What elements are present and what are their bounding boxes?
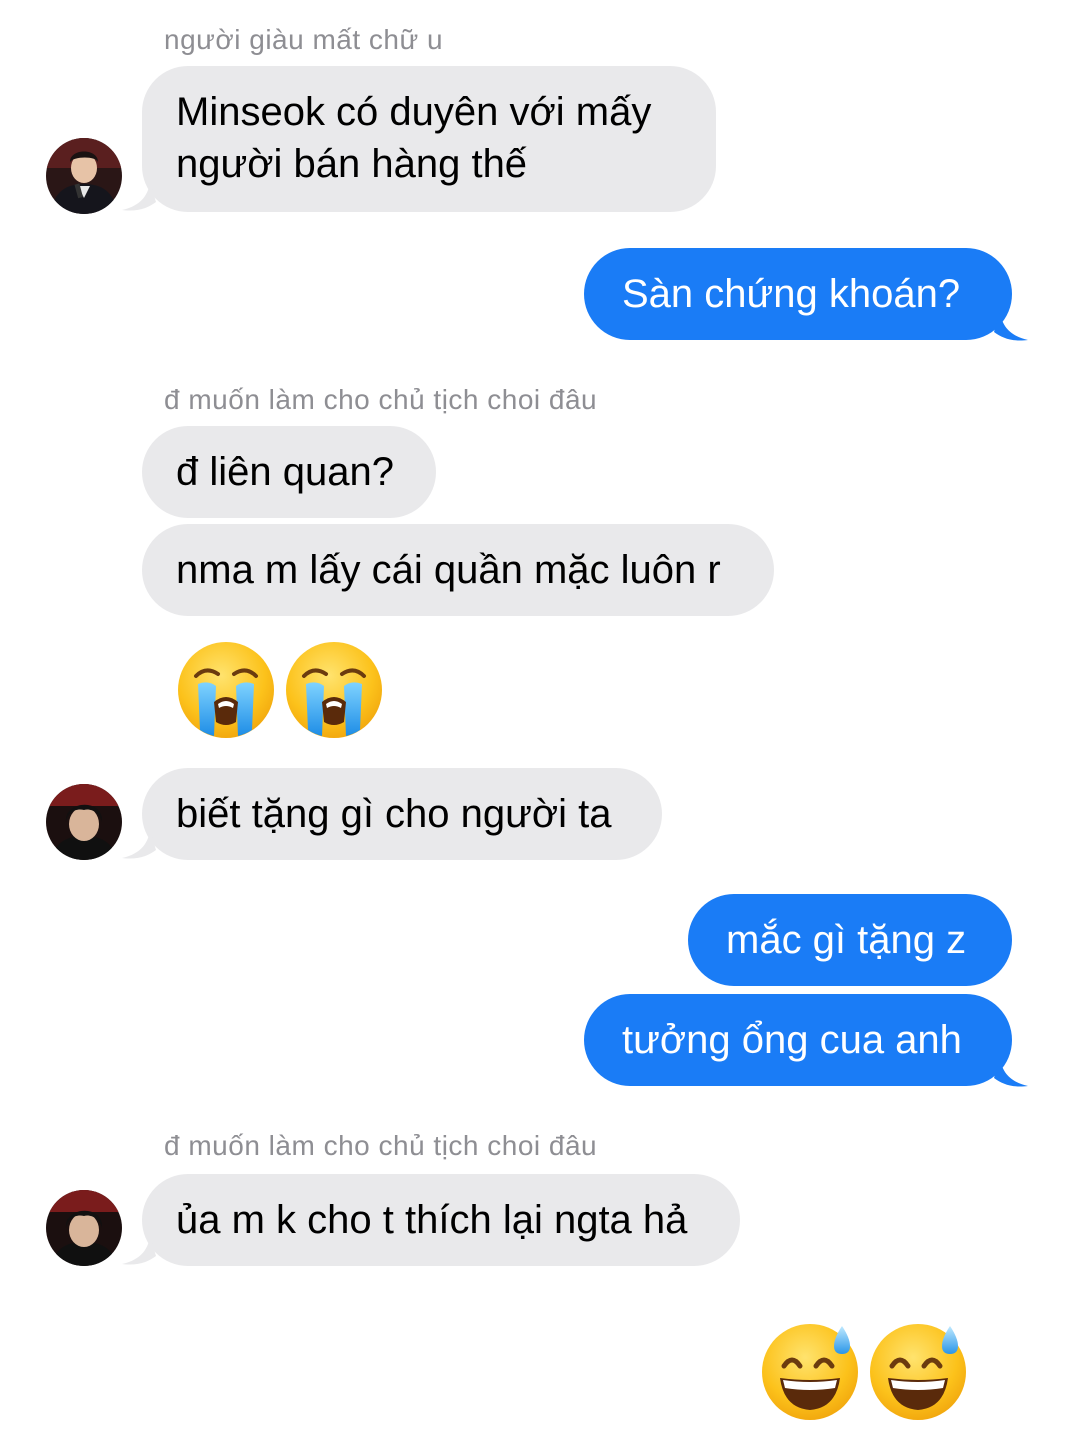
message-text-line: ủa m k cho t thích lại ngta hả (176, 1198, 688, 1242)
outgoing-message-bubble[interactable]: Sàn chứng khoán? (584, 248, 1012, 340)
incoming-message-bubble[interactable]: Minseok có duyên với mấy người bán hàng … (142, 66, 716, 212)
outgoing-message-bubble[interactable]: tưởng ổng cua anh (584, 994, 1012, 1086)
incoming-bubble-tail (122, 1236, 156, 1265)
message-text-line: biết tặng gì cho người ta (176, 792, 612, 836)
incoming-message-bubble[interactable]: biết tặng gì cho người ta (142, 768, 662, 860)
loudly-crying-face-icon (178, 642, 274, 738)
sender-name: đ muốn làm cho chủ tịch choi đâu (164, 384, 598, 415)
incoming-bubble-tail (122, 182, 156, 211)
message-text-line: mắc gì tặng z (726, 918, 967, 962)
sender-name: người giàu mất chữ u (164, 24, 444, 55)
message-text-line: người bán hàng thế (176, 142, 528, 186)
outgoing-bubble-tail (994, 1058, 1028, 1087)
message-text-line: Sàn chứng khoán? (622, 272, 961, 316)
avatar-person-dark[interactable] (46, 1190, 122, 1266)
message-text-line: nma m lấy cái quần mặc luôn r (176, 548, 721, 592)
incoming-message-bubble[interactable]: ủa m k cho t thích lại ngta hả (142, 1174, 740, 1266)
incoming-message-bubble[interactable]: nma m lấy cái quần mặc luôn r (142, 524, 774, 616)
loudly-crying-face-icon (286, 642, 382, 738)
outgoing-bubble-tail (994, 312, 1028, 341)
emoji-message[interactable] (760, 1318, 974, 1424)
grinning-face-with-sweat-icon (870, 1324, 966, 1420)
grinning-face-with-sweat-icon (762, 1324, 858, 1420)
emoji-message[interactable] (176, 640, 390, 744)
avatar-person-suit[interactable] (46, 138, 122, 214)
outgoing-message-bubble[interactable]: mắc gì tặng z (688, 894, 1012, 986)
incoming-message-bubble[interactable]: đ liên quan? (142, 426, 436, 518)
message-text-line: đ liên quan? (176, 450, 394, 494)
message-text-line: Minseok có duyên với mấy (176, 90, 652, 134)
avatar-person-dark[interactable] (46, 784, 122, 860)
incoming-bubble-tail (122, 830, 156, 859)
message-text-line: tưởng ổng cua anh (622, 1018, 962, 1062)
sender-name: đ muốn làm cho chủ tịch choi đâu (164, 1130, 598, 1161)
